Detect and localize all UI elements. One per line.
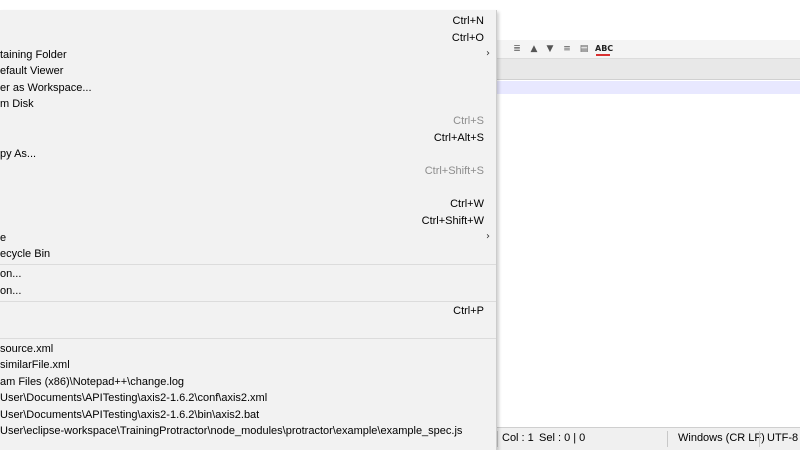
menu-item-open-default-viewer[interactable]: efault Viewer (0, 63, 496, 79)
toolbar: ≣ ▲ ▼ ≡ ▤ ABC (497, 40, 800, 59)
menu-item-save-as[interactable]: Ctrl+Alt+S (0, 130, 496, 146)
status-separator (497, 431, 498, 447)
status-separator (667, 431, 668, 447)
shortcut-label: Ctrl+P (453, 305, 484, 317)
status-eol: Windows (CR LF) (678, 432, 765, 444)
menu-item-save-all[interactable]: Ctrl+Shift+S (0, 163, 496, 179)
menu-item-close-all[interactable]: Ctrl+Shift+W (0, 213, 496, 229)
menu-item-reload-from-disk[interactable]: m Disk (0, 96, 496, 112)
menu-item-move-to-recycle-bin[interactable]: ecycle Bin (0, 246, 496, 262)
menu-item-print[interactable]: Ctrl+P (0, 303, 496, 319)
menu-item-open-containing-folder[interactable]: taining Folder › (0, 47, 496, 63)
menu-item-close-multiple[interactable]: e › (0, 230, 496, 246)
menu-item-save-session[interactable]: on... (0, 283, 496, 299)
recent-file-item[interactable]: User\eclipse-workspace\TrainingProtracto… (0, 423, 496, 439)
current-line-highlight (497, 81, 800, 94)
shortcut-label: Ctrl+W (450, 198, 484, 210)
arrow-up-icon[interactable]: ▲ (528, 43, 540, 55)
recent-file-item[interactable]: User\Documents\APITesting\axis2-1.6.2\bi… (0, 407, 496, 423)
arrow-down-icon[interactable]: ▼ (544, 43, 556, 55)
menu-item-print-now[interactable] (0, 320, 496, 336)
menu-item-new[interactable]: Ctrl+N (0, 13, 496, 29)
recent-file-item[interactable]: source.xml (0, 341, 496, 357)
shortcut-label: Ctrl+Alt+S (433, 132, 484, 144)
submenu-arrow-icon: › (486, 231, 490, 242)
menu-separator (0, 301, 496, 302)
menu-item-close[interactable]: Ctrl+W (0, 196, 496, 212)
shortcut-label: Ctrl+S (453, 115, 484, 127)
menu-item-load-session[interactable]: on... (0, 266, 496, 282)
submenu-arrow-icon: › (486, 48, 490, 59)
shortcut-label: Ctrl+O (451, 32, 484, 44)
spell-check-icon[interactable]: ABC (595, 43, 613, 56)
status-separator (759, 431, 760, 447)
recent-file-item[interactable]: similarFile.xml (0, 357, 496, 373)
editor-area[interactable] (497, 80, 800, 427)
status-encoding: UTF-8 (767, 432, 799, 444)
menu-item-save-copy-as[interactable]: py As... (0, 146, 496, 162)
status-col: Col : 1 (502, 432, 534, 444)
menu-separator (0, 338, 496, 339)
status-sel: Sel : 0 | 0 (539, 432, 586, 444)
menu-item-save[interactable]: Ctrl+S (0, 113, 496, 129)
document-tab-bar[interactable] (497, 59, 800, 80)
menu-item-open-folder-as-workspace[interactable]: er as Workspace... (0, 80, 496, 96)
recent-file-item[interactable]: User\Documents\APITesting\axis2-1.6.2\co… (0, 390, 496, 406)
align-left-icon[interactable]: ≣ (511, 43, 523, 55)
list-icon[interactable]: ≡ (561, 43, 573, 55)
notepadpp-window: ≣ ▲ ▼ ≡ ▤ ABC Col : 1 Sel : 0 | 0 Window… (0, 0, 800, 450)
status-bar: Col : 1 Sel : 0 | 0 Windows (CR LF) UTF-… (497, 427, 800, 450)
recent-file-item[interactable]: am Files (x86)\Notepad++\change.log (0, 374, 496, 390)
panel-icon[interactable]: ▤ (578, 43, 590, 55)
shortcut-label: Ctrl+N (452, 15, 484, 27)
file-menu-dropdown: Ctrl+N Ctrl+O taining Folder › efault Vi… (0, 10, 497, 450)
shortcut-label: Ctrl+Shift+S (424, 165, 484, 177)
menu-separator (0, 264, 496, 265)
menu-item-open[interactable]: Ctrl+O (0, 30, 496, 46)
shortcut-label: Ctrl+Shift+W (421, 215, 484, 227)
